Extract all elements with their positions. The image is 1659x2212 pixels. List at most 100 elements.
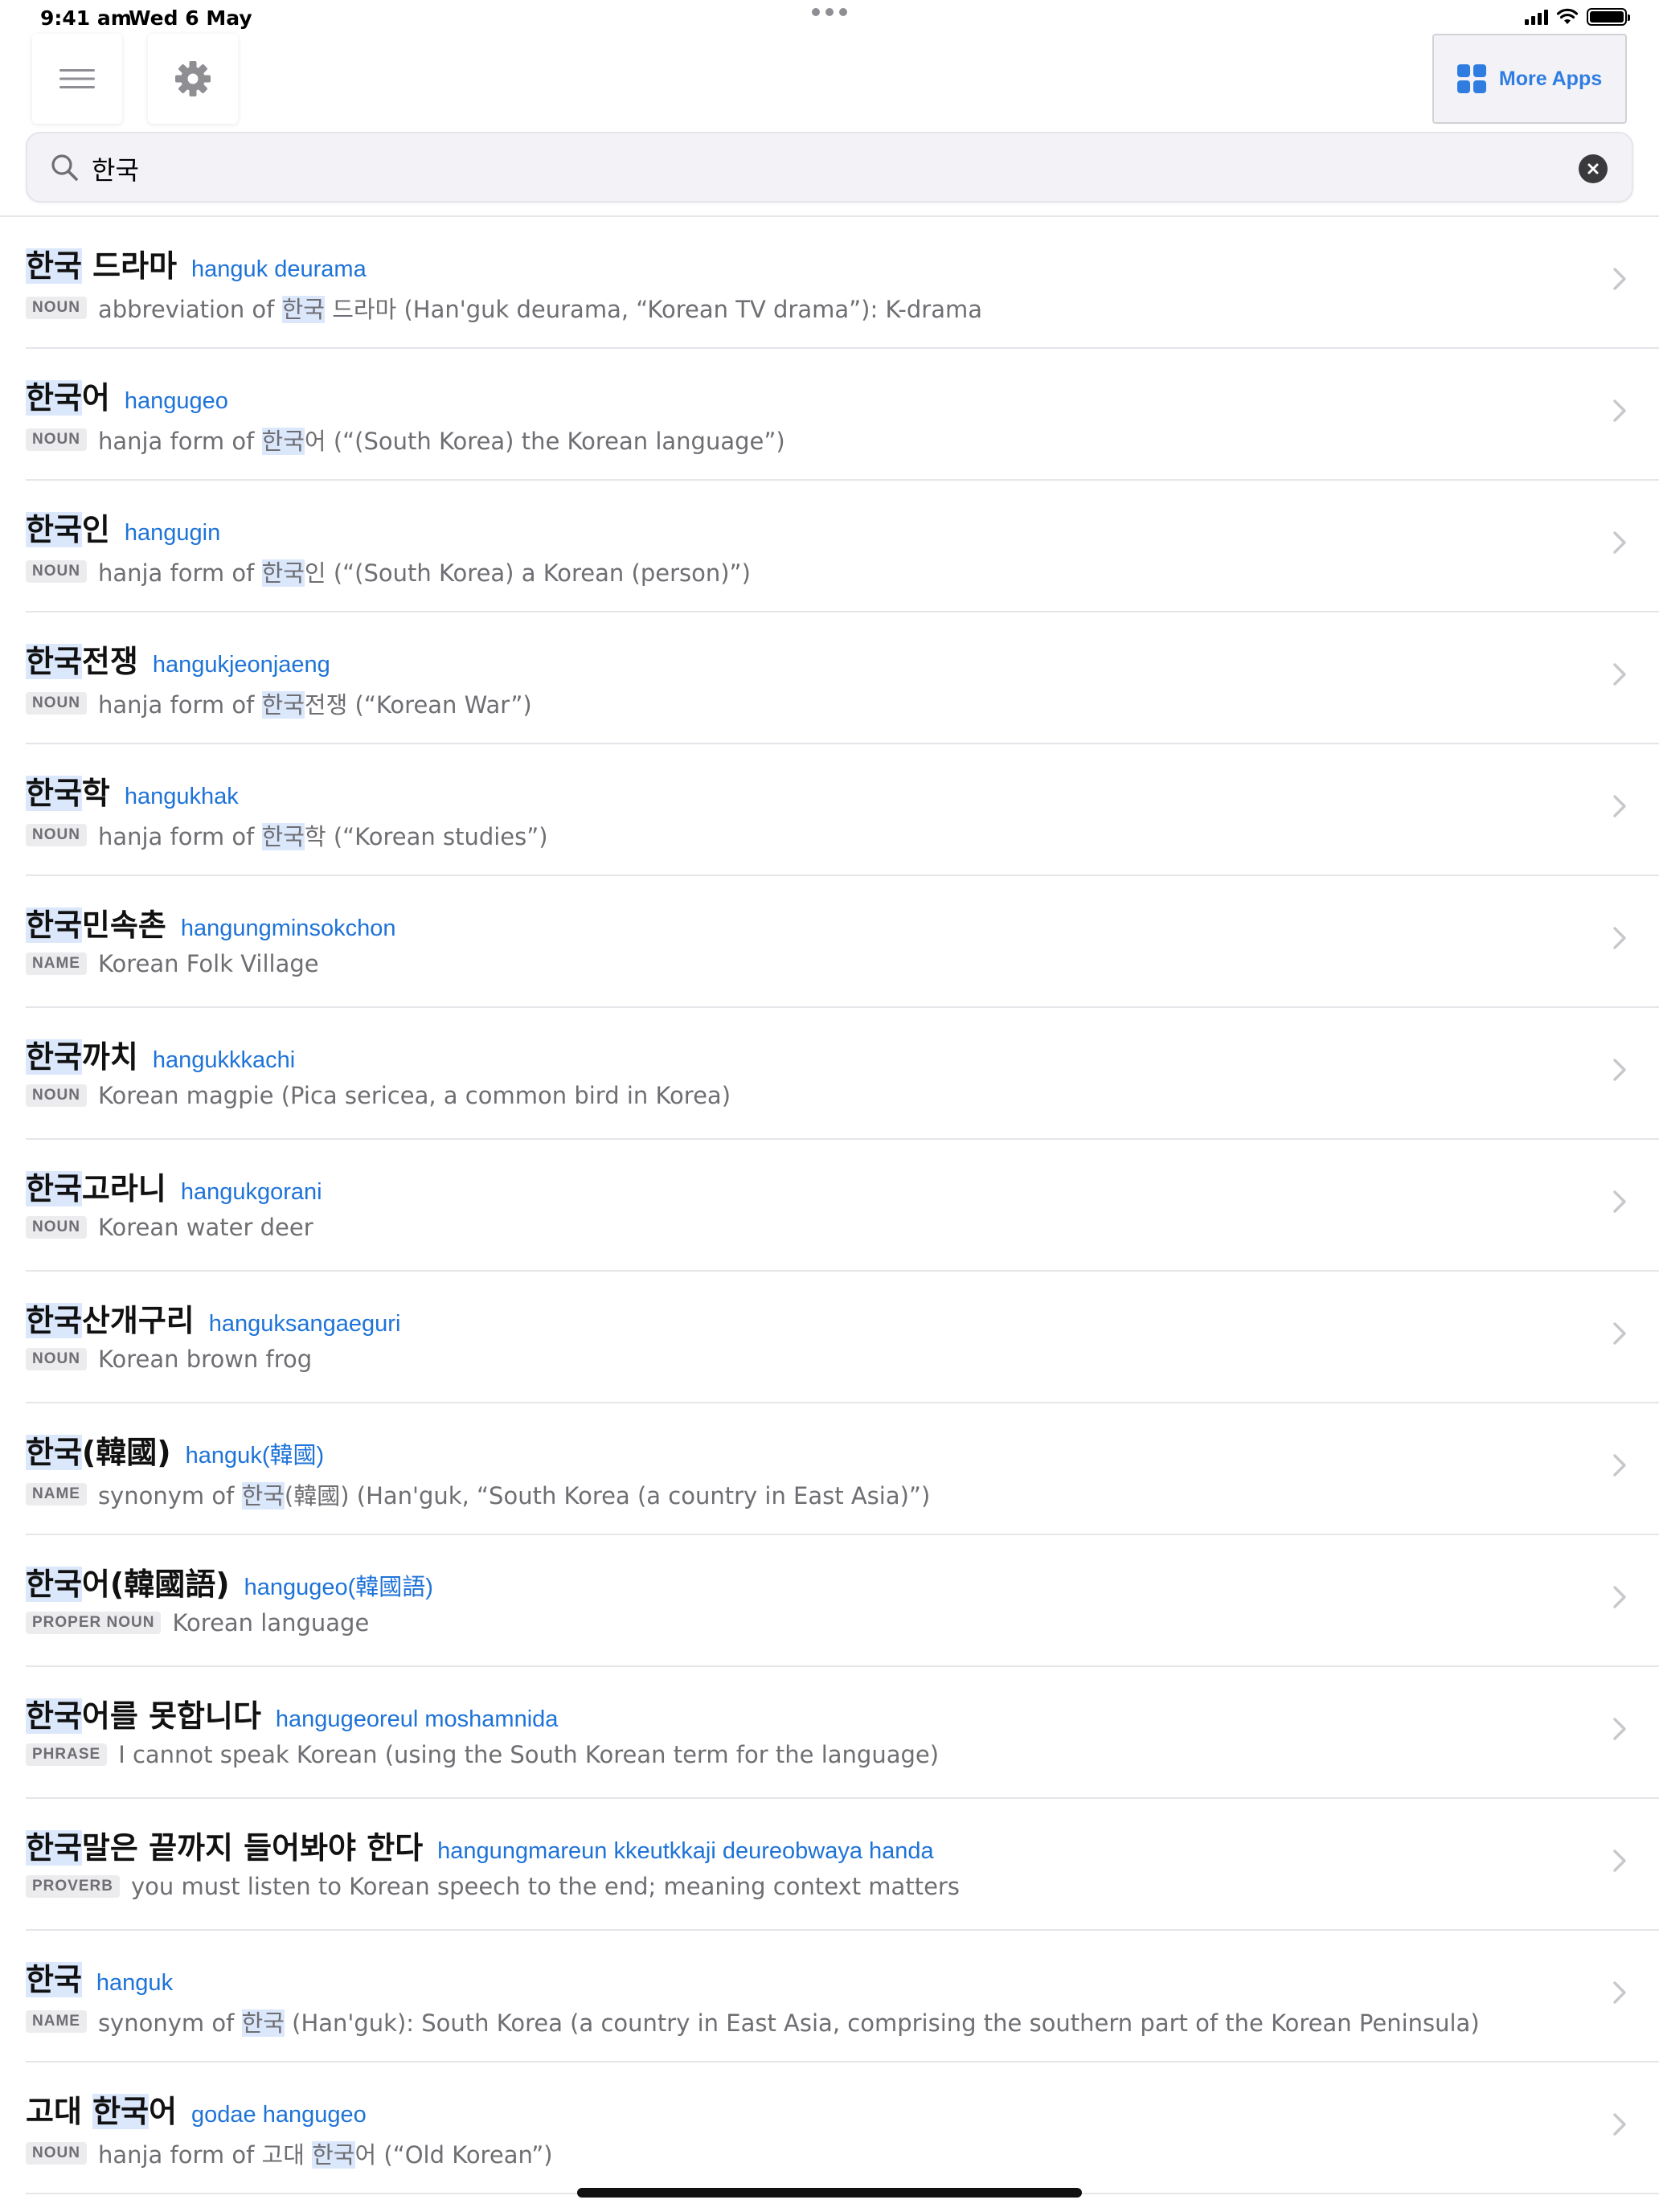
headword: 한국까치 bbox=[26, 1032, 138, 1076]
status-time: 9:41 am bbox=[40, 6, 132, 30]
part-of-speech-badge: NOUN bbox=[26, 297, 87, 319]
chevron-right-icon bbox=[1613, 1059, 1626, 1081]
result-title-line: 한국말은 끝까지 들어봐야 한다 hangungmareun kkeutkkaji… bbox=[26, 1823, 934, 1867]
definition-suffix: 인 (“(South Korea) a Korean (person)”) bbox=[304, 559, 751, 587]
headword-suffix: (韓國) bbox=[81, 1435, 171, 1470]
result-row[interactable]: 한국인 hangugin NOUN hanja form of 한국인 (“(Sout… bbox=[26, 481, 1659, 612]
part-of-speech-badge: NOUN bbox=[26, 692, 87, 715]
multitasking-dots-icon[interactable] bbox=[812, 8, 847, 19]
definition-text: Korean water deer bbox=[98, 1214, 313, 1241]
result-definition-line: NOUN Korean brown frog bbox=[26, 1346, 312, 1373]
romanization: hangukhak bbox=[124, 784, 239, 809]
chevron-right-icon bbox=[1613, 1586, 1626, 1608]
headword-suffix: 어(韓國語) bbox=[81, 1567, 230, 1602]
romanization: hangukkkachi bbox=[152, 1047, 296, 1073]
headword: 한국 드라마 bbox=[26, 241, 177, 285]
result-row[interactable]: 한국학 hangukhak NOUN hanja form of 한국학 (“Kore… bbox=[26, 744, 1659, 876]
definition-prefix: hanja form of bbox=[97, 823, 262, 850]
romanization: hanguk(韓國) bbox=[185, 1443, 325, 1469]
chevron-right-icon bbox=[1613, 927, 1626, 949]
more-apps-label: More Apps bbox=[1498, 67, 1603, 90]
romanization: hangukgorani bbox=[180, 1179, 322, 1205]
part-of-speech-badge: PROPER NOUN bbox=[26, 1612, 162, 1634]
definition-prefix: hanja form of bbox=[97, 559, 262, 587]
hamburger-menu-icon bbox=[59, 69, 95, 88]
result-title-line: 고대 한국어 godae hangugeo bbox=[26, 2087, 367, 2131]
result-row[interactable]: 한국어(韓國語) hangugeo(韓國語) PROPER NOUN Korean l… bbox=[26, 1535, 1659, 1667]
result-definition-line: NOUN hanja form of 고대 한국어 (“Old Korean”) bbox=[26, 2136, 553, 2170]
result-row[interactable]: 한국 hanguk NAME synonym of 한국 (Han'guk): Sou… bbox=[26, 1931, 1659, 2062]
result-title-line: 한국학 hangukhak bbox=[26, 768, 239, 813]
definition-prefix: Korean water deer bbox=[97, 1214, 313, 1241]
headword-suffix: 어를 못합니다 bbox=[81, 1698, 261, 1734]
result-row[interactable]: 한국 드라마 hanguk deurama NOUN abbreviation of … bbox=[26, 217, 1659, 349]
home-indicator[interactable] bbox=[577, 2188, 1082, 2198]
part-of-speech-badge: NOUN bbox=[26, 1216, 87, 1239]
result-title-line: 한국전쟁 hangukjeonjaeng bbox=[26, 637, 330, 681]
result-row[interactable]: 한국어를 못합니다 hangugeoreul moshamnida PHRASE I … bbox=[26, 1667, 1659, 1799]
result-row[interactable]: 한국고라니 hangukgorani NOUN Korean water deer bbox=[26, 1140, 1659, 1272]
headword: 한국 bbox=[26, 1955, 82, 1999]
result-definition-line: PHRASE I cannot speak Korean (using the S… bbox=[26, 1741, 939, 1768]
settings-button[interactable] bbox=[148, 34, 238, 124]
result-title-line: 한국인 hangugin bbox=[26, 505, 220, 549]
headword-match-highlight: 한국 bbox=[26, 1435, 82, 1470]
result-row[interactable]: 한국전쟁 hangukjeonjaeng NOUN hanja form of 한국전… bbox=[26, 612, 1659, 744]
headword-suffix: 어 bbox=[149, 2094, 178, 2129]
part-of-speech-badge: PROVERB bbox=[26, 1875, 120, 1898]
result-row[interactable]: 한국민속촌 hangungminsokchon NAME Korean Folk Vi… bbox=[26, 876, 1659, 1008]
result-title-line: 한국민속촌 hangungminsokchon bbox=[26, 900, 395, 944]
cellular-signal-icon bbox=[1525, 9, 1548, 25]
clear-search-button[interactable] bbox=[1579, 154, 1608, 183]
more-apps-button[interactable]: More Apps bbox=[1432, 34, 1627, 124]
headword: 한국민속촌 bbox=[26, 900, 166, 944]
result-definition-line: NAME Korean Folk Village bbox=[26, 950, 319, 977]
headword-match-highlight: 한국 bbox=[26, 1303, 82, 1338]
result-row[interactable]: 고대 한국어 godae hangugeo NOUN hanja form of 고대… bbox=[26, 2062, 1659, 2194]
headword-match-highlight: 한국 bbox=[26, 1830, 82, 1866]
definition-text: synonym of 한국(韓國) (Han'guk, “South Korea… bbox=[98, 1477, 930, 1511]
romanization: hangukjeonjaeng bbox=[152, 652, 330, 678]
definition-match-highlight: 한국 bbox=[241, 2009, 285, 2037]
result-row[interactable]: 한국까치 hangukkkachi NOUN Korean magpie (Pica … bbox=[26, 1008, 1659, 1140]
search-bar[interactable] bbox=[26, 132, 1633, 203]
headword-match-highlight: 한국 bbox=[26, 776, 82, 811]
definition-text: hanja form of 고대 한국어 (“Old Korean”) bbox=[98, 2136, 553, 2170]
definition-suffix: 드라마 (Han'guk deurama, “Korean TV drama”)… bbox=[324, 296, 983, 323]
definition-text: Korean magpie (Pica sericea, a common bi… bbox=[98, 1082, 731, 1109]
part-of-speech-badge: NOUN bbox=[26, 1084, 87, 1107]
chevron-right-icon bbox=[1613, 1718, 1626, 1740]
result-row[interactable]: 한국말은 끝까지 들어봐야 한다 hangungmareun kkeutkkaji… bbox=[26, 1799, 1659, 1931]
chevron-right-icon bbox=[1613, 1849, 1626, 1872]
headword-match-highlight: 한국 bbox=[26, 380, 82, 416]
definition-suffix: 어 (“Old Korean”) bbox=[354, 2141, 553, 2169]
status-indicators bbox=[1525, 8, 1630, 26]
headword: 한국어를 못합니다 bbox=[26, 1691, 261, 1735]
part-of-speech-badge: NOUN bbox=[26, 560, 87, 583]
definition-prefix: I cannot speak Korean (using the South K… bbox=[118, 1741, 940, 1768]
headword-match-highlight: 한국 bbox=[26, 1962, 82, 1997]
menu-button[interactable] bbox=[32, 34, 122, 124]
definition-text: abbreviation of 한국 드라마 (Han'guk deurama,… bbox=[98, 291, 982, 325]
result-row[interactable]: 한국어 hangugeo NOUN hanja form of 한국어 (“(Sout… bbox=[26, 349, 1659, 481]
definition-text: hanja form of 한국인 (“(South Korea) a Kore… bbox=[98, 555, 751, 588]
result-row[interactable]: 한국(韓國) hanguk(韓國) NAME synonym of 한국(韓國) (H… bbox=[26, 1403, 1659, 1535]
definition-text: hanja form of 한국어 (“(South Korea) the Ko… bbox=[98, 423, 785, 457]
definition-match-highlight: 한국 bbox=[261, 691, 305, 719]
definition-suffix: 어 (“(South Korea) the Korean language”) bbox=[304, 428, 785, 455]
part-of-speech-badge: NOUN bbox=[26, 1348, 87, 1370]
part-of-speech-badge: NAME bbox=[26, 1483, 87, 1505]
definition-prefix: abbreviation of bbox=[97, 296, 282, 323]
result-definition-line: NOUN hanja form of 한국학 (“Korean studies”) bbox=[26, 818, 548, 852]
headword-match-highlight: 한국 bbox=[26, 248, 82, 284]
headword-match-highlight: 한국 bbox=[26, 907, 82, 943]
definition-prefix: you must listen to Korean speech to the … bbox=[130, 1873, 960, 1900]
chevron-right-icon bbox=[1613, 1190, 1626, 1213]
definition-prefix: hanja form of bbox=[97, 428, 262, 455]
search-input[interactable] bbox=[92, 146, 1555, 191]
app-grid-icon bbox=[1456, 64, 1486, 93]
part-of-speech-badge: NAME bbox=[26, 2010, 87, 2033]
result-row[interactable]: 한국산개구리 hanguksangaeguri NOUN Korean brown f… bbox=[26, 1272, 1659, 1403]
headword-match-highlight: 한국 bbox=[26, 644, 82, 679]
result-definition-line: NOUN hanja form of 한국전쟁 (“Korean War”) bbox=[26, 686, 532, 720]
